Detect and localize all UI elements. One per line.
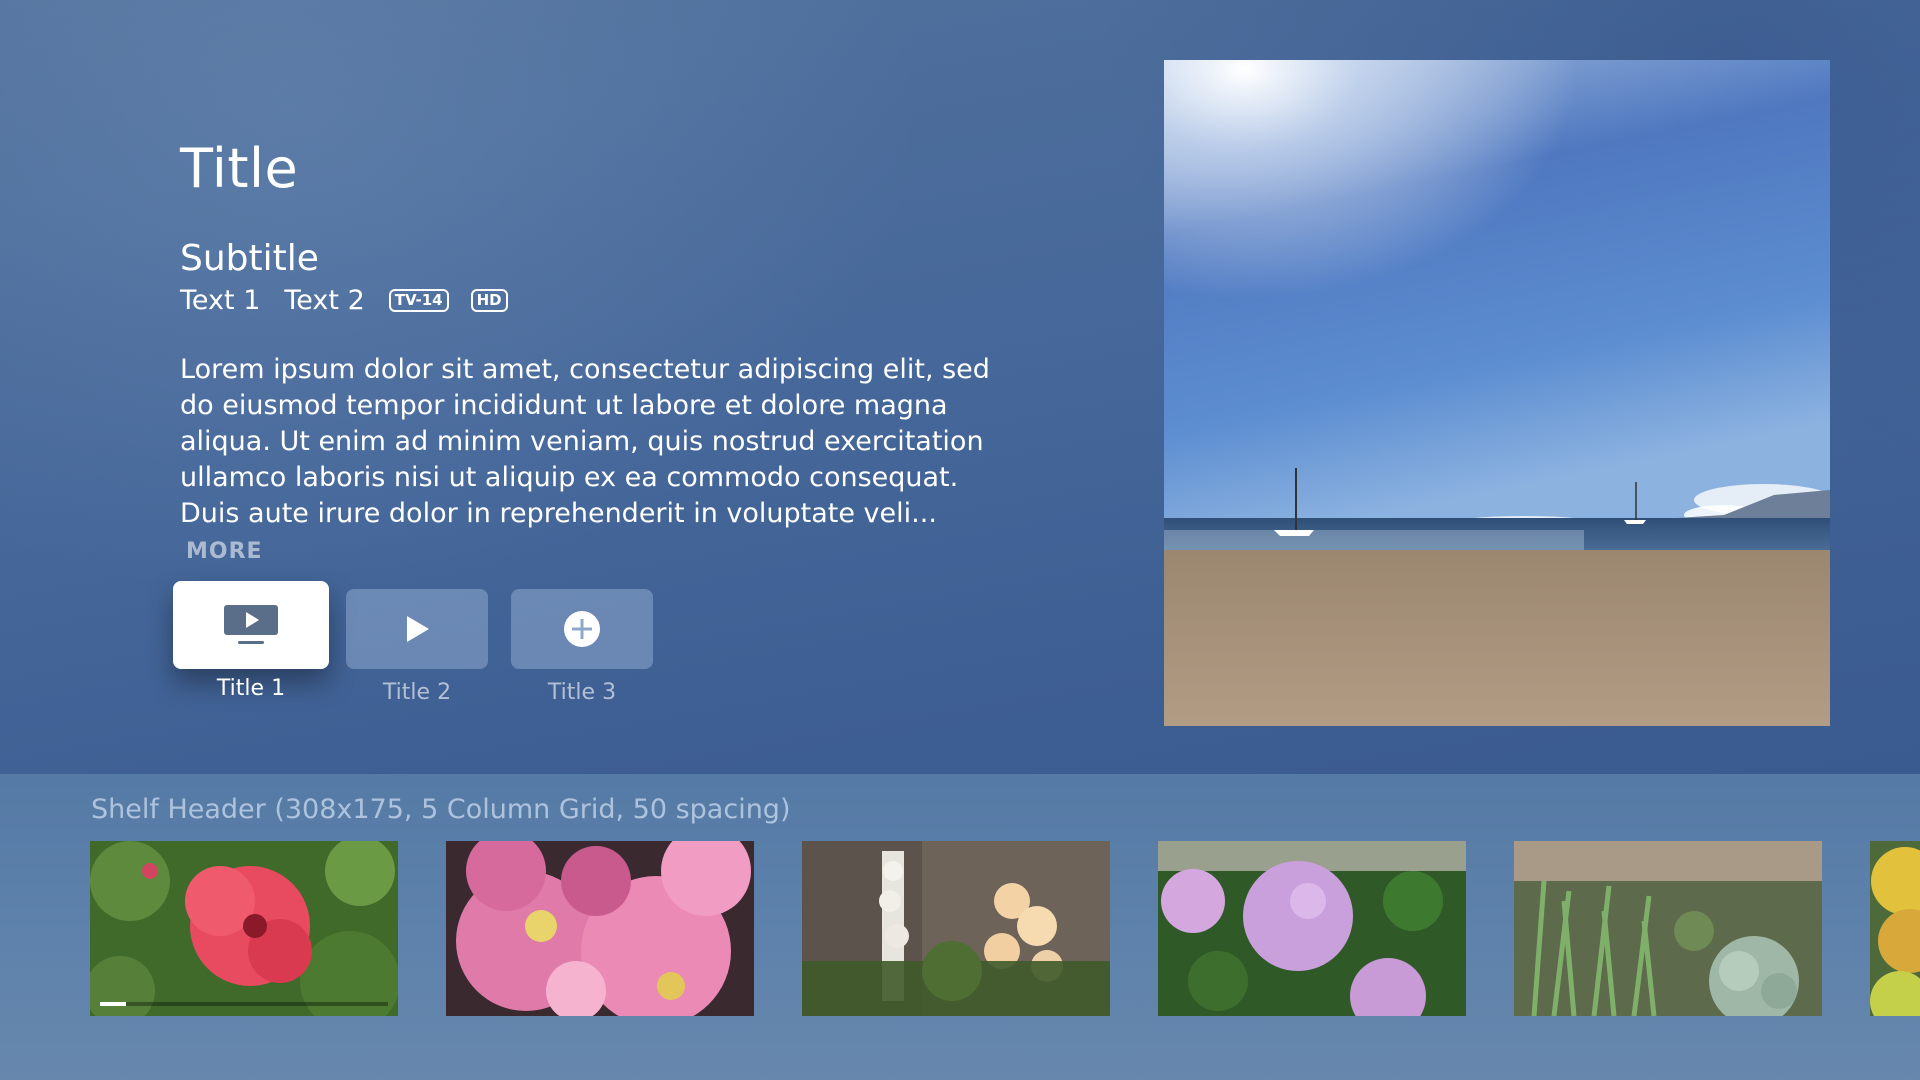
subtitle: Subtitle <box>180 238 319 279</box>
shelf-header: Shelf Header (308x175, 5 Column Grid, 50… <box>91 794 791 825</box>
playback-progress <box>100 1002 388 1006</box>
shelf-item-5[interactable] <box>1514 841 1822 1016</box>
pink-peonies-image <box>446 841 754 1016</box>
mangoes-image <box>1870 841 1920 1016</box>
action-tile-2[interactable] <box>346 589 488 669</box>
succulents-image <box>1514 841 1822 1016</box>
meta-text-2: Text 2 <box>284 284 365 316</box>
action-tile-1[interactable] <box>173 581 329 669</box>
shelf-item-2[interactable] <box>446 841 754 1016</box>
shelf: Shelf Header (308x175, 5 Column Grid, 50… <box>0 774 1920 1080</box>
action-button-title-1[interactable]: Title 1 <box>173 581 329 703</box>
description-text: Lorem ipsum dolor sit amet, consectetur … <box>180 354 990 529</box>
action-label-1: Title 1 <box>216 676 286 701</box>
page-title: Title <box>180 137 299 200</box>
description: Lorem ipsum dolor sit amet, consectetur … <box>180 352 1000 570</box>
play-icon <box>407 616 429 642</box>
shelf-item-1[interactable] <box>90 841 398 1016</box>
shelf-item-4[interactable] <box>1158 841 1466 1016</box>
shelf-item-6[interactable] <box>1870 841 1920 1016</box>
rating-badge: TV-14 <box>388 288 449 312</box>
tv-play-icon <box>224 605 278 644</box>
foxglove-flowers-image <box>802 841 1110 1016</box>
hd-badge: HD <box>470 288 508 312</box>
action-tile-3[interactable] <box>511 589 653 669</box>
more-link[interactable]: MORE <box>186 539 263 564</box>
action-label-3: Title 3 <box>547 680 617 705</box>
hero-image <box>1164 60 1830 726</box>
red-hibiscus-image <box>90 841 398 1016</box>
shelf-item-3[interactable] <box>802 841 1110 1016</box>
playback-progress-fill <box>100 1002 126 1006</box>
action-button-title-2[interactable]: Title 2 <box>346 589 488 707</box>
add-circle-icon <box>564 611 600 647</box>
action-label-2: Title 2 <box>382 680 452 705</box>
meta-text-1: Text 1 <box>180 284 261 316</box>
action-button-title-3[interactable]: Title 3 <box>511 589 653 707</box>
action-buttons: Title 1 Title 2 Title 3 <box>173 581 673 711</box>
purple-hydrangea-image <box>1158 841 1466 1016</box>
metadata-row: Text 1 Text 2 TV-14 HD <box>180 280 530 320</box>
beach-sailboats-image <box>1164 60 1830 726</box>
